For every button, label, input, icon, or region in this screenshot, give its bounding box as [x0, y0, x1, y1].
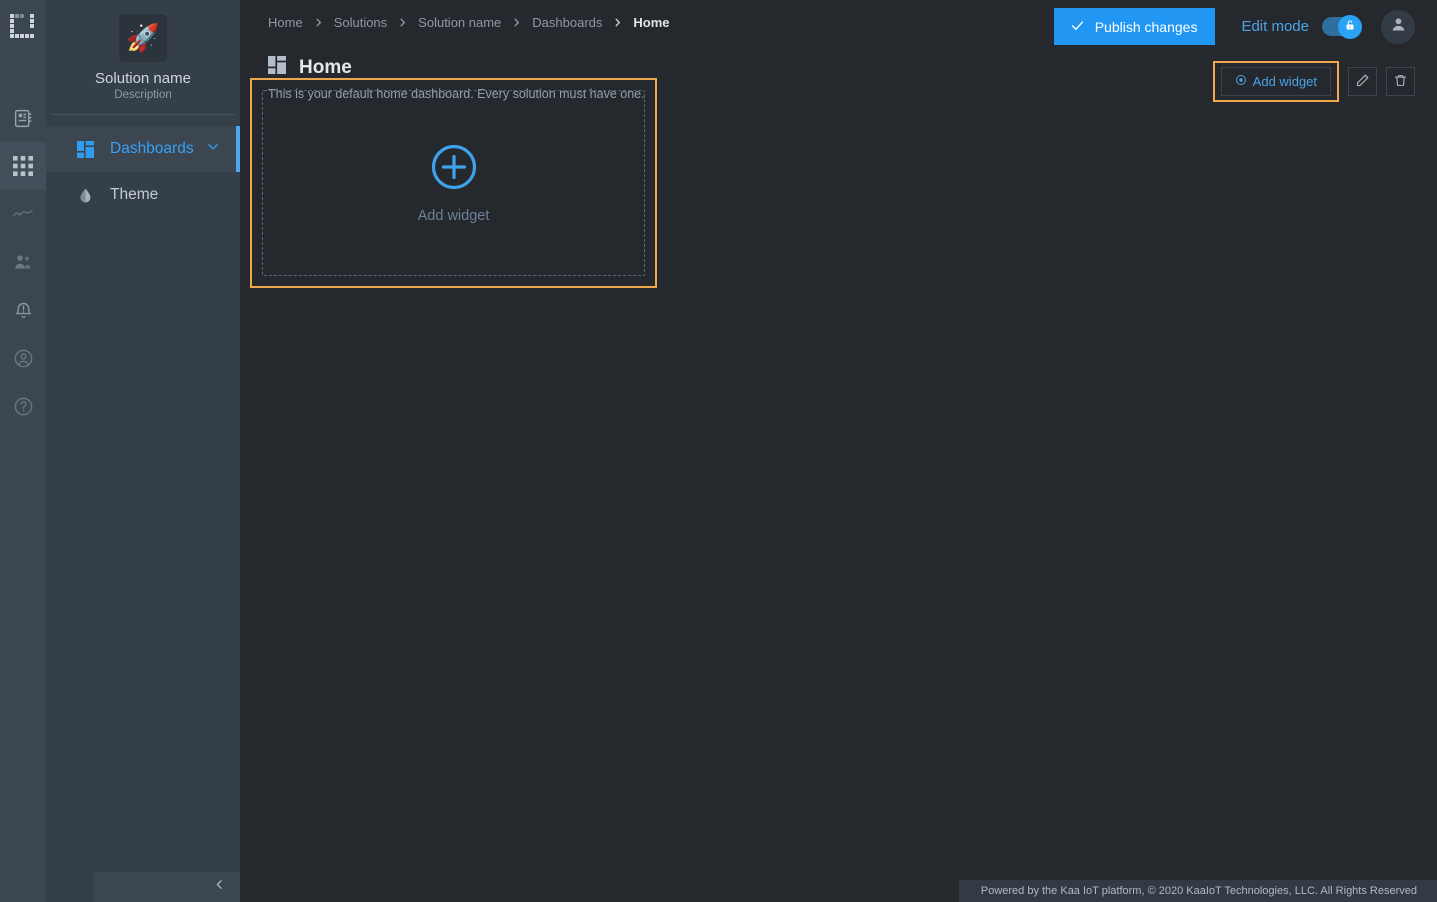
- sidebar-item-theme[interactable]: Theme: [46, 172, 240, 218]
- add-widget-dropzone[interactable]: Add widget: [262, 90, 645, 276]
- main-content: Home Solutions Solution name Dashboards …: [240, 0, 1437, 902]
- rail-item-account[interactable]: [0, 334, 46, 382]
- trash-icon: [1393, 73, 1408, 91]
- page-title: Home: [299, 57, 352, 79]
- solution-description: Description: [56, 89, 230, 101]
- grid-apps-icon: [13, 156, 33, 176]
- person-icon: [1389, 15, 1408, 39]
- breadcrumb-item-dashboards[interactable]: Dashboards: [532, 15, 602, 30]
- chevron-right-icon: [313, 17, 324, 28]
- edit-dashboard-button[interactable]: [1348, 67, 1377, 96]
- chevron-left-icon: [213, 878, 226, 896]
- users-icon: [13, 252, 34, 273]
- droplet-icon: [77, 187, 101, 204]
- solution-logo: 🚀: [119, 14, 167, 62]
- add-widget-label: Add widget: [1253, 74, 1317, 89]
- solution-name: Solution name: [56, 70, 230, 87]
- rail-item-alerts[interactable]: [0, 286, 46, 334]
- top-bar: Home Solutions Solution name Dashboards …: [240, 0, 1437, 44]
- rail-item-dashboards[interactable]: [0, 142, 46, 190]
- rail-item-devices[interactable]: [0, 94, 46, 142]
- rail-item-users[interactable]: [0, 238, 46, 286]
- breadcrumb-item-home[interactable]: Home: [268, 15, 303, 30]
- chevron-right-icon: [511, 17, 522, 28]
- add-widget-highlight-wrapper: Add widget: [1213, 61, 1339, 102]
- delete-dashboard-button[interactable]: [1386, 67, 1415, 96]
- target-dot-icon: [1235, 74, 1247, 89]
- plus-circle-icon: [430, 143, 478, 196]
- breadcrumb-item-solution-name[interactable]: Solution name: [418, 15, 501, 30]
- avatar[interactable]: [1381, 10, 1415, 44]
- sidebar-item-label: Theme: [110, 186, 158, 204]
- help-circle-icon: [13, 396, 34, 417]
- footer-text: Powered by the Kaa IoT platform, © 2020 …: [981, 885, 1417, 897]
- breadcrumb-item-current: Home: [633, 15, 669, 30]
- dashboard-tiles-icon: [77, 141, 101, 158]
- add-widget-button[interactable]: Add widget: [1221, 67, 1331, 96]
- app-root: 🚀 Solution name Description Dashboards: [0, 0, 1437, 902]
- top-bar-actions: Publish changes Edit mode: [1054, 8, 1415, 45]
- pencil-icon: [1355, 73, 1370, 91]
- publish-changes-label: Publish changes: [1095, 19, 1198, 35]
- unlock-icon: [1344, 18, 1356, 36]
- solution-sidebar: 🚀 Solution name Description Dashboards: [46, 0, 240, 902]
- alert-bell-icon: [13, 300, 34, 321]
- rail-item-help[interactable]: [0, 382, 46, 430]
- breadcrumb: Home Solutions Solution name Dashboards …: [268, 15, 670, 30]
- analytics-chart-icon: [12, 203, 34, 225]
- breadcrumb-item-solutions[interactable]: Solutions: [334, 15, 387, 30]
- solution-header: 🚀 Solution name Description: [46, 0, 240, 101]
- chevron-right-icon: [397, 17, 408, 28]
- footer: Powered by the Kaa IoT platform, © 2020 …: [959, 880, 1437, 902]
- rail-item-analytics[interactable]: [0, 190, 46, 238]
- chevron-right-icon: [612, 17, 623, 28]
- add-widget-dropzone-label: Add widget: [418, 208, 490, 224]
- edit-mode-label: Edit mode: [1241, 18, 1309, 35]
- publish-changes-button[interactable]: Publish changes: [1054, 8, 1216, 45]
- account-circle-icon: [13, 348, 34, 369]
- sidebar-nav: Dashboards Theme: [46, 126, 240, 218]
- add-widget-highlight-box: Add widget: [250, 78, 657, 288]
- sidebar-collapse-button[interactable]: [94, 872, 240, 902]
- edit-mode-toggle[interactable]: [1322, 17, 1360, 36]
- dashboard-actions: Add widget: [1213, 61, 1415, 102]
- sidebar-item-label: Dashboards: [110, 140, 194, 158]
- device-chip-icon: [13, 108, 34, 129]
- pixel-square-logo-icon[interactable]: [8, 12, 38, 42]
- sidebar-divider: [51, 114, 235, 115]
- dashboard-tiles-icon: [268, 56, 286, 79]
- primary-icon-rail: [0, 0, 46, 902]
- toggle-knob: [1338, 15, 1362, 39]
- sidebar-item-dashboards[interactable]: Dashboards: [46, 126, 240, 172]
- check-icon: [1070, 18, 1085, 36]
- chevron-down-icon[interactable]: [206, 140, 220, 159]
